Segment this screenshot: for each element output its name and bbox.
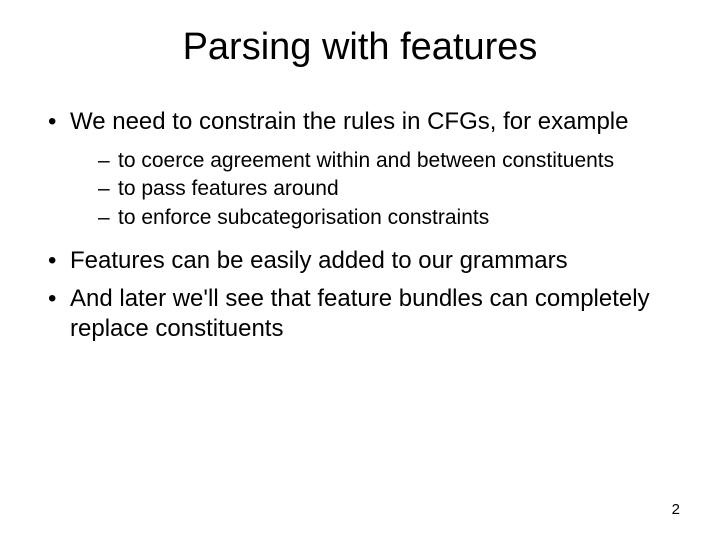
sub-bullet-list: to coerce agreement within and between c… [70, 147, 690, 232]
list-item: We need to constrain the rules in CFGs, … [48, 107, 690, 232]
page-number: 2 [672, 501, 680, 518]
bullet-text: We need to constrain the rules in CFGs, … [70, 108, 628, 135]
bullet-text: Features can be easily added to our gram… [70, 247, 568, 274]
list-item: And later we'll see that feature bundles… [48, 284, 690, 344]
bullet-text: to coerce agreement within and between c… [118, 149, 614, 172]
list-item: Features can be easily added to our gram… [48, 246, 690, 276]
bullet-text: to pass features around [118, 177, 339, 200]
bullet-text: And later we'll see that feature bundles… [70, 285, 650, 342]
bullet-text: to enforce subcategorisation constraints [118, 206, 489, 229]
list-item: to coerce agreement within and between c… [98, 147, 690, 175]
list-item: to enforce subcategorisation constraints [98, 204, 690, 232]
slide-title: Parsing with features [30, 26, 690, 69]
slide: Parsing with features We need to constra… [0, 0, 720, 540]
bullet-list: We need to constrain the rules in CFGs, … [30, 107, 690, 344]
list-item: to pass features around [98, 175, 690, 203]
